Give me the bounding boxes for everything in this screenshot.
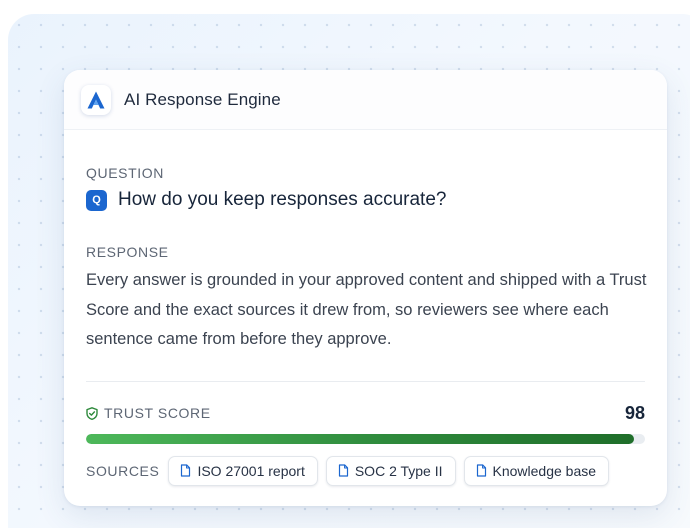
document-icon <box>180 464 191 477</box>
question-text: How do you keep responses accurate? <box>118 189 447 210</box>
source-chip-label: Knowledge base <box>492 462 597 479</box>
source-chip-knowledge-base[interactable]: Knowledge base <box>463 455 610 486</box>
trust-score-bar <box>86 433 645 444</box>
trust-score-label: TRUST SCORE <box>104 405 211 421</box>
shield-check-icon <box>86 406 98 420</box>
question-badge: Q <box>86 189 107 211</box>
source-chip-label: SOC 2 Type II <box>354 462 443 479</box>
document-icon <box>476 464 487 477</box>
section-divider <box>86 380 645 382</box>
question-row: Q How do you keep responses accurate? <box>86 189 645 211</box>
document-icon <box>338 464 349 477</box>
trust-score-fill <box>86 433 634 444</box>
card-header: AI Response Engine <box>64 70 667 130</box>
sources-label: SOURCES <box>86 462 160 479</box>
source-chip-iso-27001[interactable]: ISO 27001 report <box>168 455 318 486</box>
response-label: RESPONSE <box>86 244 169 260</box>
response-text: Every answer is grounded in your approve… <box>86 271 647 348</box>
trust-score-row: TRUST SCORE 98 <box>86 403 645 424</box>
source-chip-label: ISO 27001 report <box>197 462 305 479</box>
response-card: AI Response Engine QUESTION Q How do you… <box>64 70 667 506</box>
trust-score-value: 98 <box>624 402 645 423</box>
source-chip-soc-2[interactable]: SOC 2 Type II <box>325 455 456 486</box>
app-title: AI Response Engine <box>124 89 281 109</box>
sources-row: SOURCES ISO 27001 report SOC 2 Type II K… <box>86 455 645 486</box>
question-label: QUESTION <box>86 165 164 181</box>
a-logo-icon <box>81 84 111 115</box>
